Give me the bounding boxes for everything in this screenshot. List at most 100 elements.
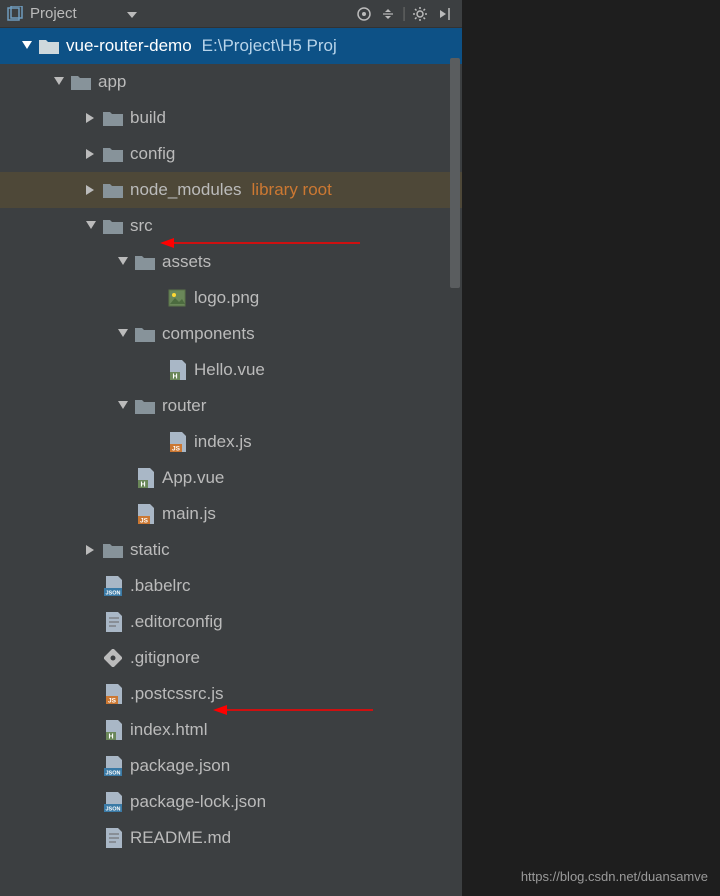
chevron-down-icon[interactable] [84, 221, 98, 231]
project-tree: vue-router-demo E:\Project\H5 Proj app b… [0, 28, 462, 896]
folder-icon [102, 215, 124, 237]
image-file-icon [166, 287, 188, 309]
toolbar-divider: | [402, 5, 406, 22]
file-label: package.json [130, 756, 230, 776]
library-root-note: library root [252, 180, 332, 200]
chevron-right-icon[interactable] [84, 185, 98, 195]
file-readme[interactable]: README.md [0, 820, 462, 856]
folder-label: config [130, 144, 175, 164]
file-label: index.html [130, 720, 207, 740]
file-index-html[interactable]: H index.html [0, 712, 462, 748]
folder-label: node_modules [130, 180, 242, 200]
folder-build[interactable]: build [0, 100, 462, 136]
chevron-right-icon[interactable] [84, 113, 98, 123]
file-label: main.js [162, 504, 216, 524]
root-name: vue-router-demo [66, 36, 192, 56]
vue-file-icon: H [134, 467, 156, 489]
svg-text:JSON: JSON [106, 771, 121, 777]
chevron-right-icon[interactable] [84, 545, 98, 555]
svg-text:H: H [172, 374, 177, 381]
json-file-icon: JSON [102, 791, 124, 813]
scroll-to-source-icon[interactable] [352, 2, 376, 26]
file-label: .babelrc [130, 576, 190, 596]
root-path: E:\Project\H5 Proj [202, 36, 337, 56]
folder-label: build [130, 108, 166, 128]
json-file-icon: JSON [102, 575, 124, 597]
file-label: index.js [194, 432, 252, 452]
file-hello-vue[interactable]: H Hello.vue [0, 352, 462, 388]
chevron-down-icon[interactable] [116, 401, 130, 411]
folder-config[interactable]: config [0, 136, 462, 172]
file-postcssrc[interactable]: JS .postcssrc.js [0, 676, 462, 712]
file-package-lock[interactable]: JSON package-lock.json [0, 784, 462, 820]
file-babelrc[interactable]: JSON .babelrc [0, 568, 462, 604]
file-editorconfig[interactable]: .editorconfig [0, 604, 462, 640]
json-file-icon: JSON [102, 755, 124, 777]
folder-icon [102, 143, 124, 165]
chevron-down-icon[interactable] [20, 41, 34, 51]
view-dropdown-icon[interactable] [127, 5, 137, 22]
folder-icon [38, 35, 60, 57]
folder-icon [134, 323, 156, 345]
gear-icon[interactable] [408, 2, 432, 26]
js-file-icon: JS [102, 683, 124, 705]
file-label: .editorconfig [130, 612, 223, 632]
svg-text:JS: JS [108, 698, 117, 705]
folder-icon [102, 107, 124, 129]
folder-label: static [130, 540, 170, 560]
file-package-json[interactable]: JSON package.json [0, 748, 462, 784]
vue-file-icon: H [166, 359, 188, 381]
project-toolbar: Project | [0, 0, 462, 28]
svg-text:JSON: JSON [106, 807, 121, 813]
file-label: logo.png [194, 288, 259, 308]
folder-icon [134, 395, 156, 417]
chevron-down-icon[interactable] [52, 77, 66, 87]
folder-icon [102, 539, 124, 561]
folder-components[interactable]: components [0, 316, 462, 352]
chevron-right-icon[interactable] [84, 149, 98, 159]
js-file-icon: JS [134, 503, 156, 525]
folder-icon [102, 179, 124, 201]
svg-text:H: H [108, 734, 113, 741]
toolbar-title: Project [30, 5, 77, 22]
file-label: App.vue [162, 468, 224, 488]
html-file-icon: H [102, 719, 124, 741]
js-file-icon: JS [166, 431, 188, 453]
folder-label: src [130, 216, 153, 236]
tree-scrollbar[interactable] [450, 58, 460, 288]
folder-assets[interactable]: assets [0, 244, 462, 280]
project-panel: Project | vue-router-demo E:\Project\H5 … [0, 0, 462, 896]
file-gitignore[interactable]: .gitignore [0, 640, 462, 676]
folder-label: router [162, 396, 206, 416]
project-icon [6, 5, 24, 23]
watermark: https://blog.csdn.net/duansamve [521, 869, 708, 884]
text-file-icon [102, 827, 124, 849]
chevron-down-icon[interactable] [116, 329, 130, 339]
file-main-js[interactable]: JS main.js [0, 496, 462, 532]
tree-root[interactable]: vue-router-demo E:\Project\H5 Proj [0, 28, 462, 64]
file-app-vue[interactable]: H App.vue [0, 460, 462, 496]
file-router-index-js[interactable]: JS index.js [0, 424, 462, 460]
folder-label: components [162, 324, 255, 344]
svg-text:JS: JS [172, 446, 181, 453]
folder-router[interactable]: router [0, 388, 462, 424]
hide-panel-icon[interactable] [432, 2, 456, 26]
folder-static[interactable]: static [0, 532, 462, 568]
folder-label: app [98, 72, 126, 92]
file-label: .postcssrc.js [130, 684, 224, 704]
chevron-down-icon[interactable] [116, 257, 130, 267]
file-logo-png[interactable]: logo.png [0, 280, 462, 316]
file-label: package-lock.json [130, 792, 266, 812]
folder-icon [134, 251, 156, 273]
folder-label: assets [162, 252, 211, 272]
svg-text:JS: JS [140, 518, 149, 525]
file-label: README.md [130, 828, 231, 848]
folder-icon [70, 71, 92, 93]
folder-src[interactable]: src [0, 208, 462, 244]
file-label: .gitignore [130, 648, 200, 668]
svg-text:JSON: JSON [106, 591, 121, 597]
text-file-icon [102, 611, 124, 633]
folder-node-modules[interactable]: node_modules library root [0, 172, 462, 208]
collapse-all-icon[interactable] [376, 2, 400, 26]
folder-app[interactable]: app [0, 64, 462, 100]
